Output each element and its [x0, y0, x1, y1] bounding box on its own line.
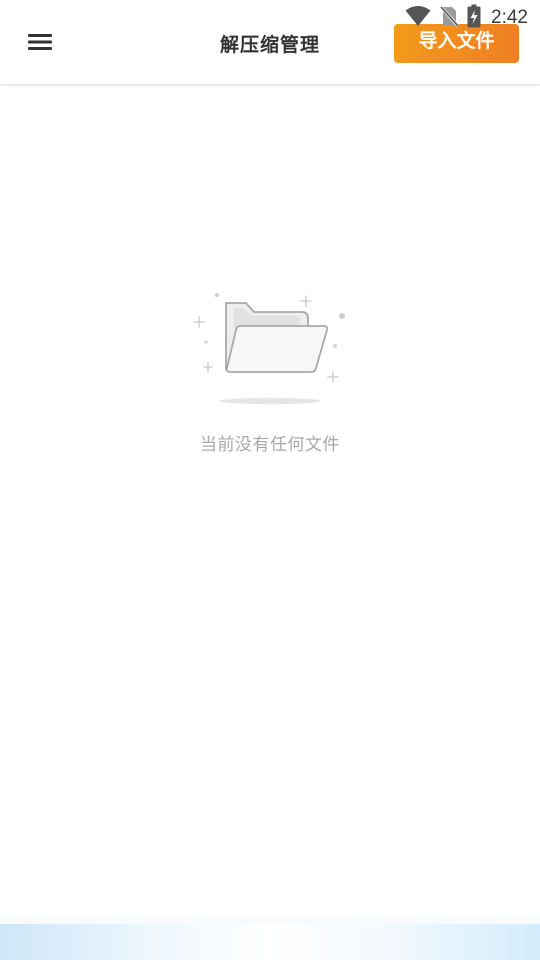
hamburger-menu-icon — [27, 33, 53, 55]
empty-folder-icon — [190, 288, 350, 410]
empty-message: 当前没有任何文件 — [200, 435, 340, 455]
status-time: 2:42 — [491, 7, 528, 28]
screen: 2:42 解压缩管理 导入文件 当前没有任何文件 — [0, 0, 540, 960]
no-sim-icon — [439, 5, 460, 31]
status-bar: 2:42 — [0, 0, 540, 36]
bottom-gradient-strip — [0, 910, 540, 960]
battery-charging-icon — [467, 4, 481, 32]
wifi-icon — [405, 5, 431, 31]
status-icons: 2:42 — [405, 4, 528, 32]
empty-state: 当前没有任何文件 — [0, 288, 540, 455]
